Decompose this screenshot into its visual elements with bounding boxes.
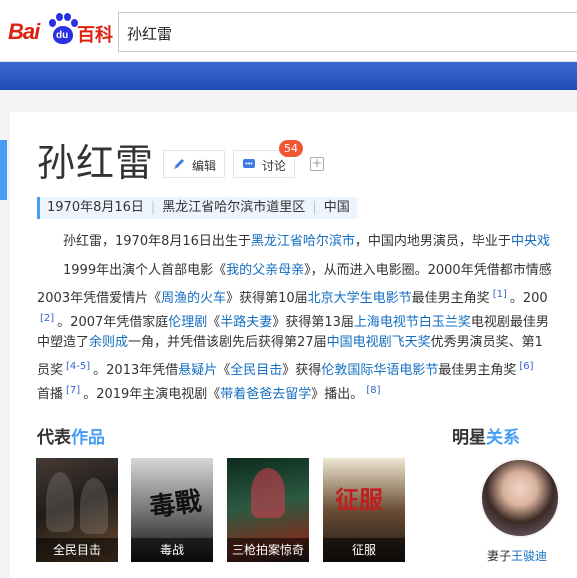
link-dad-study-abroad[interactable]: 带着爸爸去留学 <box>220 387 311 402</box>
link-suspense-film[interactable]: 悬疑片 <box>178 363 217 378</box>
text-span: 。200 <box>509 291 548 306</box>
work-poster-2[interactable]: 毒戰 毒战 <box>131 458 213 562</box>
link-student-film-festival[interactable]: 北京大学生电影节 <box>308 291 412 306</box>
basic-info-bar: 1970年8月16日 | 黑龙江省哈尔滨市道里区 | 中国 <box>37 197 357 219</box>
link-zhou-yu-train[interactable]: 周渔的火车 <box>161 291 226 306</box>
side-accent <box>0 140 7 200</box>
work-caption: 全民目击 <box>36 538 118 562</box>
chat-bubble-icon <box>242 157 256 171</box>
link-london-film-festival[interactable]: 伦敦国际华语电影节 <box>321 363 438 378</box>
work-poster-3[interactable]: 三枪拍案惊奇 <box>227 458 309 562</box>
citation-link[interactable]: [2] <box>37 313 57 324</box>
discuss-count-badge: 54 <box>279 140 303 157</box>
citation-link[interactable]: [1] <box>490 289 510 300</box>
pencil-icon <box>172 157 186 171</box>
search-input[interactable]: 孙红雷 <box>118 12 577 52</box>
work-caption: 三枪拍案惊奇 <box>227 538 309 562</box>
relations-title-plain: 明星 <box>452 428 486 448</box>
nav-bar <box>0 62 577 90</box>
text-span: 最佳男主角奖 <box>411 291 490 306</box>
poster-title-art: 征服 <box>335 486 383 514</box>
link-spouse-name[interactable]: 王骏迪 <box>511 549 547 563</box>
career-line-4: 中塑造了余则成一角，并凭借该剧先后获得第27届中国电视剧飞天奖优秀男演员奖、第1 <box>37 331 577 355</box>
career-line-1: 1999年出演个人首部电影《我的父亲母亲》，从而进入电影圈。2000年凭借都市情… <box>37 259 577 283</box>
link-birthplace[interactable]: 黑龙江省哈尔滨市 <box>251 234 355 249</box>
citation-link[interactable]: [8] <box>363 385 383 396</box>
relation-label: 妻子王骏迪 <box>487 547 547 564</box>
work-caption: 征服 <box>323 538 405 562</box>
paw-icon: du <box>48 13 78 45</box>
link-family-drama[interactable]: 伦理剧 <box>168 315 207 330</box>
text-span: 《 <box>217 363 231 378</box>
link-magnolia-award[interactable]: 上海电视节白玉兰奖 <box>354 315 471 330</box>
relations-section-title: 明星关系 <box>452 423 520 448</box>
text-span: 》获得第10届 <box>226 291 308 306</box>
discuss-label: 讨论 <box>262 159 287 173</box>
work-caption: 毒战 <box>131 538 213 562</box>
text-span: 》播出。 <box>311 387 364 402</box>
site-header: Bai du 百科 孙红雷 <box>0 0 577 62</box>
logo-bai-text: Bai <box>8 19 40 44</box>
logo-baike-text: 百科 <box>77 25 113 46</box>
text-span: 2003年凭借爱情片《 <box>37 291 162 306</box>
text-span: 。2007年凭借家庭 <box>57 315 169 330</box>
text-span: 》获得 <box>282 363 322 378</box>
birth-date: 1970年8月16日 <box>47 200 144 215</box>
logo-du-text: du <box>56 30 69 41</box>
birth-place: 黑龙江省哈尔滨市道里区 <box>162 200 306 215</box>
edit-label: 编辑 <box>192 159 217 173</box>
text-span: 优秀男演员奖、第1 <box>430 335 543 350</box>
summary-paragraph: 孙红雷，1970年8月16日出生于黑龙江省哈尔滨市，中国内地男演员，毕业于中央戏 <box>37 230 577 254</box>
works-section-title: 代表作品 <box>37 423 105 448</box>
text-span: 员奖 <box>37 363 64 378</box>
baidu-baike-logo[interactable]: Bai du 百科 <box>8 13 113 49</box>
link-yu-zecheng[interactable]: 余则成 <box>89 335 128 350</box>
citation-link[interactable]: [4-5] <box>63 361 93 372</box>
work-poster-1[interactable]: 全民目击 <box>36 458 118 562</box>
works-title-plain: 代表 <box>37 428 71 448</box>
text-span: 》，从而进入电影圈。2000年凭借都市情感 <box>304 263 552 278</box>
link-school[interactable]: 中央戏 <box>511 234 550 249</box>
edit-button[interactable]: 编辑 <box>163 150 225 178</box>
link-half-way-couple[interactable]: 半路夫妻 <box>220 315 272 330</box>
text-span: 一角，并凭借该剧先后获得第27届 <box>128 335 327 350</box>
text-span: 首播 <box>37 387 64 402</box>
relations-title-highlight: 关系 <box>486 428 520 448</box>
text-span: 《 <box>207 315 221 330</box>
text-span: 1999年出演个人首部电影《 <box>63 263 227 278</box>
search-value: 孙红雷 <box>127 25 173 43</box>
nationality: 中国 <box>323 200 350 215</box>
citation-link[interactable]: [7] <box>63 385 83 396</box>
career-line-6: 首播 [7] 。2019年主演电视剧《带着爸爸去留学》播出。 [8] <box>37 379 577 407</box>
link-silent-witness[interactable]: 全民目击 <box>230 363 282 378</box>
text-span: 电视剧最佳男 <box>470 315 549 330</box>
text-span: 。2013年凭借 <box>93 363 179 378</box>
text-span: 》获得第13届 <box>272 315 354 330</box>
relation-type: 妻子 <box>487 549 512 563</box>
avatar[interactable] <box>480 458 560 538</box>
add-icon[interactable]: + <box>310 157 324 171</box>
text-span: ，中国内地男演员，毕业于 <box>354 234 511 249</box>
text-span: 孙红雷，1970年8月16日出生于 <box>63 234 251 249</box>
page-title: 孙红雷 <box>37 141 155 185</box>
poster-title-art: 毒戰 <box>147 486 204 524</box>
citation-link[interactable]: [6] <box>516 361 536 372</box>
work-poster-4[interactable]: 征服 征服 <box>323 458 405 562</box>
text-span: 。2019年主演电视剧《 <box>83 387 221 402</box>
link-feitian-award[interactable]: 中国电视剧飞天奖 <box>327 335 431 350</box>
link-my-father-and-mother[interactable]: 我的父亲母亲 <box>226 263 304 278</box>
works-title-highlight: 作品 <box>71 428 105 448</box>
text-span: 中塑造了 <box>37 335 90 350</box>
text-span: 最佳男主角奖 <box>438 363 517 378</box>
